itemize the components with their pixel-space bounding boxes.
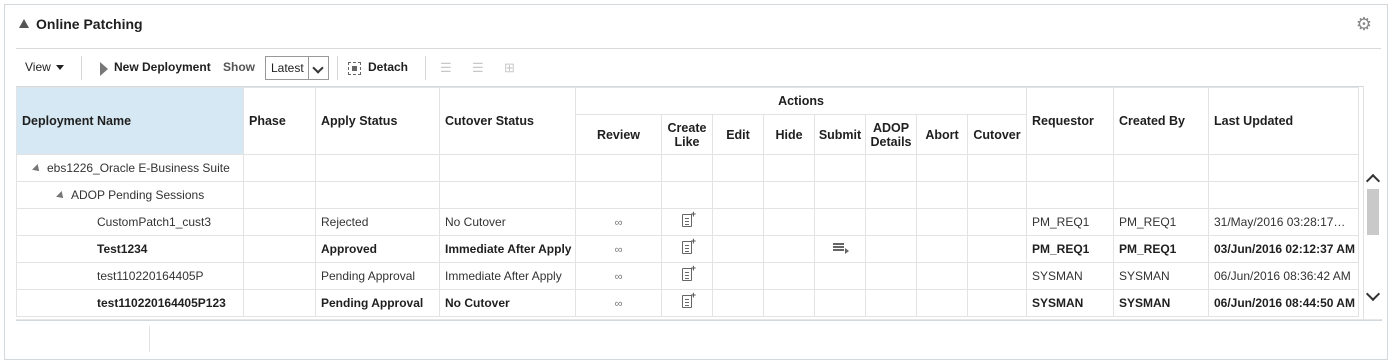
col-apply-status[interactable]: Apply Status <box>315 87 440 155</box>
apply-status: Rejected <box>315 208 440 236</box>
detach-button[interactable]: Detach <box>368 60 408 74</box>
toolbar-divider <box>425 56 426 80</box>
show-label: Show <box>223 60 255 74</box>
collapse-all-icon: ☰ <box>472 60 484 75</box>
document-add-icon[interactable] <box>682 210 696 227</box>
col-actions: Actions <box>575 87 1027 115</box>
online-patching-panel: Online Patching ⚙ View New Deployment Sh… <box>4 4 1388 360</box>
deployment-name[interactable]: CustomPatch1_cust3 <box>16 208 244 236</box>
glasses-icon[interactable]: ∞ <box>610 299 628 310</box>
table-row[interactable]: Test1234 Approved Immediate After Apply … <box>16 235 1359 263</box>
deployment-name[interactable]: test110220164405P <box>16 262 244 290</box>
created-by: SYSMAN <box>1113 262 1209 290</box>
last-updated: 31/May/2016 03:28:17… <box>1208 208 1359 236</box>
requestor: PM_REQ1 <box>1026 208 1114 236</box>
col-edit: Edit <box>712 114 764 155</box>
show-select-value: Latest <box>271 61 304 75</box>
scope-icon: ⊞ <box>504 60 515 75</box>
scroll-down-icon[interactable] <box>1365 286 1381 302</box>
glasses-icon[interactable]: ∞ <box>610 245 628 256</box>
document-add-icon[interactable] <box>682 264 696 281</box>
last-updated: 03/Jun/2016 02:12:37 AM <box>1208 235 1359 263</box>
col-abort: Abort <box>916 114 968 155</box>
cutover-status: No Cutover <box>439 289 576 317</box>
deployment-name[interactable]: Test1234 <box>16 235 244 263</box>
document-add-icon[interactable] <box>682 291 696 308</box>
toolbar-divider <box>337 56 338 80</box>
apply-status: Pending Approval <box>315 289 440 317</box>
col-requestor[interactable]: Requestor <box>1026 87 1114 155</box>
gear-icon[interactable]: ⚙ <box>1355 15 1373 33</box>
submit-icon[interactable] <box>833 243 849 254</box>
cutover-status: Immediate After Apply <box>439 262 576 290</box>
chevron-down-icon <box>55 65 64 71</box>
col-submit: Submit <box>814 114 866 155</box>
detach-icon[interactable] <box>348 62 361 75</box>
col-deployment-name[interactable]: Deployment Name <box>16 87 244 155</box>
requestor: PM_REQ1 <box>1026 235 1114 263</box>
table-footer <box>16 319 1381 358</box>
glasses-icon[interactable]: ∞ <box>610 272 628 283</box>
collapse-icon[interactable] <box>19 19 29 28</box>
col-review: Review <box>575 114 662 155</box>
col-created-by[interactable]: Created By <box>1113 87 1209 155</box>
expand-all-icon: ☰ <box>440 60 452 75</box>
col-cutover: Cutover <box>967 114 1027 155</box>
tree-node-label: ebs1226_Oracle E-Business Suite <box>47 161 230 175</box>
deployment-name[interactable]: test110220164405P123 <box>16 289 244 317</box>
created-by: PM_REQ1 <box>1113 235 1209 263</box>
tree-node-label: ADOP Pending Sessions <box>71 188 205 202</box>
table-row[interactable]: test110220164405P Pending Approval Immed… <box>16 262 1359 290</box>
col-hide: Hide <box>763 114 815 155</box>
view-label: View <box>25 60 51 74</box>
col-adop-details: ADOP Details <box>865 114 917 155</box>
col-cutover-status[interactable]: Cutover Status <box>439 87 576 155</box>
tree-row-child[interactable]: ADOP Pending Sessions <box>16 181 1359 209</box>
last-updated: 06/Jun/2016 08:44:50 AM <box>1208 289 1359 317</box>
show-select[interactable]: Latest <box>265 56 329 80</box>
created-by: PM_REQ1 <box>1113 208 1209 236</box>
scroll-thumb[interactable] <box>1367 189 1379 235</box>
last-updated: 06/Jun/2016 08:36:42 AM <box>1208 262 1359 290</box>
panel-title: Online Patching <box>36 16 143 32</box>
play-icon[interactable] <box>100 62 108 76</box>
col-last-updated[interactable]: Last Updated <box>1208 87 1359 155</box>
vertical-scrollbar[interactable] <box>1363 86 1382 319</box>
table-row[interactable]: test110220164405P123 Pending Approval No… <box>16 289 1359 317</box>
view-menu[interactable]: View <box>25 60 64 74</box>
apply-status: Pending Approval <box>315 262 440 290</box>
document-add-icon[interactable] <box>682 237 696 254</box>
col-create-like: Create Like <box>661 114 713 155</box>
requestor: SYSMAN <box>1026 289 1114 317</box>
deployments-table: Deployment Name Phase Apply Status Cutov… <box>16 86 1382 321</box>
requestor: SYSMAN <box>1026 262 1114 290</box>
dropdown-arrow-icon[interactable] <box>308 57 328 79</box>
scroll-up-icon[interactable] <box>1365 173 1381 189</box>
tree-expanded-icon[interactable] <box>32 163 42 174</box>
cutover-status: No Cutover <box>439 208 576 236</box>
tree-row-root[interactable]: ebs1226_Oracle E-Business Suite <box>16 154 1359 182</box>
footer-divider <box>149 326 150 352</box>
toolbar: View New Deployment Show Latest Detach ☰… <box>16 48 1381 87</box>
new-deployment-button[interactable]: New Deployment <box>114 60 211 74</box>
tree-expanded-icon[interactable] <box>56 190 66 201</box>
table-row[interactable]: CustomPatch1_cust3 Rejected No Cutover ∞… <box>16 208 1359 236</box>
panel-header: Online Patching ⚙ <box>5 5 1387 45</box>
col-phase[interactable]: Phase <box>243 87 316 155</box>
created-by: SYSMAN <box>1113 289 1209 317</box>
apply-status: Approved <box>315 235 440 263</box>
glasses-icon[interactable]: ∞ <box>610 218 628 229</box>
toolbar-divider <box>81 56 82 80</box>
cutover-status: Immediate After Apply <box>439 235 576 263</box>
